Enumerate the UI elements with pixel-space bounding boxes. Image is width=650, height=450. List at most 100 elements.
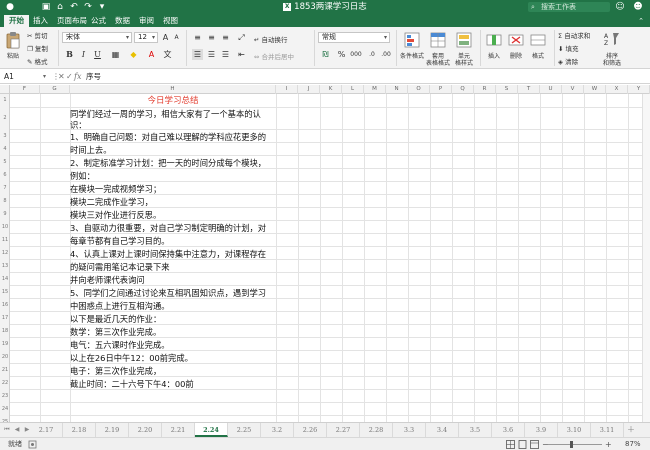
tab-review[interactable]: 审阅	[134, 15, 159, 27]
select-all-corner[interactable]	[0, 85, 10, 94]
formula-input[interactable]: 序号	[86, 71, 101, 83]
row-header[interactable]: 5	[0, 159, 10, 167]
column-header[interactable]: X	[606, 85, 628, 94]
copy-button[interactable]: ❐ 复制	[27, 43, 48, 53]
row-header[interactable]: 2	[0, 115, 10, 123]
text-cell[interactable]: 1、明确自己问题：对自己难以理解的学科应花更多的	[70, 131, 276, 143]
text-cell[interactable]: 2、制定标准学习计划：把一天的时间分成每个模块，	[70, 157, 276, 169]
row-header[interactable]: 13	[0, 263, 10, 271]
row-header[interactable]: 14	[0, 276, 10, 284]
sheet-tab[interactable]: 2.20	[129, 423, 162, 437]
column-header[interactable]: Y	[628, 85, 650, 94]
italic-button[interactable]: I	[78, 49, 89, 60]
clear-button[interactable]: ◈ 清除	[558, 56, 578, 66]
format-cells-icon[interactable]	[530, 32, 546, 48]
macro-record-icon[interactable]	[28, 440, 37, 449]
column-header[interactable]: K	[320, 85, 342, 94]
sheet-heading-cell[interactable]: 今日学习总结	[70, 95, 276, 107]
column-header[interactable]: N	[386, 85, 408, 94]
column-header[interactable]: J	[298, 85, 320, 94]
currency-icon[interactable]: ₪	[320, 49, 331, 60]
row-header[interactable]: 18	[0, 328, 10, 336]
row-header[interactable]: 19	[0, 341, 10, 349]
sheet-tab[interactable]: 3.5	[459, 423, 492, 437]
sheet-tab[interactable]: 2.25	[228, 423, 261, 437]
row-header[interactable]: 23	[0, 393, 10, 401]
text-cell[interactable]: 数学：第三次作业完成。	[70, 326, 276, 338]
indent-icon[interactable]: ⇤	[236, 49, 247, 60]
prev-sheet-icon[interactable]: ◀	[12, 425, 22, 435]
row-header[interactable]: 10	[0, 224, 10, 232]
sheet-tab[interactable]: 3.6	[492, 423, 525, 437]
tab-home[interactable]: 开始	[4, 15, 29, 27]
fill-color-icon[interactable]: ◆	[128, 49, 139, 60]
orientation-icon[interactable]: ⤢	[236, 32, 247, 43]
column-header[interactable]: V	[562, 85, 584, 94]
sheet-tab[interactable]: 3.2	[261, 423, 294, 437]
borders-icon[interactable]: ▦	[110, 49, 121, 60]
tab-insert[interactable]: 插入	[28, 15, 53, 27]
text-cell[interactable]: 以上在26日中午12：00前完成。	[70, 352, 276, 364]
sheet-tab[interactable]: 3.9	[525, 423, 558, 437]
font-size-select[interactable]: 12 ▾	[134, 32, 158, 43]
sheet-tab[interactable]: 2.21	[162, 423, 195, 437]
text-cell[interactable]: 电子：第三次作业完成，	[70, 365, 276, 377]
wrap-text-button[interactable]: ↵ 自动换行	[254, 34, 288, 44]
worksheet-grid[interactable]: F G H I J K L M N O P Q R S T U V W X Y …	[0, 85, 650, 422]
user-icon[interactable]: ☺	[614, 1, 626, 13]
conditional-format-icon[interactable]	[404, 32, 420, 48]
text-cell[interactable]: 中困惑点上进行互相沟通。	[70, 300, 276, 312]
row-header[interactable]: 7	[0, 185, 10, 193]
text-cell[interactable]: 4、认真上课对上课时间保持集中注意力，对课程存在	[70, 248, 276, 260]
text-cell[interactable]: 在模块一完成视频学习；	[70, 183, 276, 195]
tab-view[interactable]: 视图	[158, 15, 183, 27]
decrease-decimal-icon[interactable]: .00	[380, 49, 392, 60]
sheet-tab[interactable]: 2.19	[96, 423, 129, 437]
row-header[interactable]: 24	[0, 406, 10, 414]
underline-button[interactable]: U	[92, 49, 103, 60]
sheet-tab[interactable]: 3.4	[426, 423, 459, 437]
sheet-tab[interactable]: 3.3	[393, 423, 426, 437]
align-bottom-icon[interactable]: ≡	[220, 32, 231, 43]
text-cell[interactable]: 电气：五六课时作业完成。	[70, 339, 276, 351]
font-color-icon[interactable]: A	[146, 49, 157, 60]
zoom-in-button[interactable]: +	[605, 438, 612, 450]
row-header[interactable]: 17	[0, 315, 10, 323]
sheet-tab[interactable]: 2.26	[294, 423, 327, 437]
align-middle-icon[interactable]: ≡	[206, 32, 217, 43]
feedback-icon[interactable]: ☻	[632, 1, 644, 13]
comma-style-icon[interactable]: 000	[348, 49, 364, 60]
tab-data[interactable]: 数据	[110, 15, 135, 27]
text-cell[interactable]: 每章节都有自己学习目的。	[70, 235, 276, 247]
row-header[interactable]: 6	[0, 172, 10, 180]
zoom-slider-handle[interactable]	[569, 441, 573, 448]
zoom-slider[interactable]	[548, 444, 602, 445]
text-cell[interactable]: 并向老师课代表询问	[70, 274, 276, 286]
sort-filter-icon[interactable]: AZ	[604, 31, 620, 47]
page-break-view-icon[interactable]	[530, 440, 539, 449]
row-header[interactable]: 9	[0, 211, 10, 219]
percent-icon[interactable]: %	[336, 49, 347, 60]
column-header[interactable]: R	[474, 85, 496, 94]
align-right-icon[interactable]: ☰	[220, 49, 231, 60]
first-sheet-icon[interactable]: ⏮	[2, 425, 12, 435]
sheet-tab[interactable]: 2.17	[30, 423, 63, 437]
sheet-tab[interactable]: 3.11	[591, 423, 624, 437]
increase-font-icon[interactable]: A	[160, 32, 171, 43]
column-header[interactable]: G	[40, 85, 70, 94]
column-header[interactable]: I	[276, 85, 298, 94]
row-header[interactable]: 21	[0, 367, 10, 375]
increase-decimal-icon[interactable]: .0	[366, 49, 378, 60]
text-cell[interactable]: 例如：	[70, 170, 276, 182]
cell-styles-icon[interactable]	[456, 32, 472, 48]
text-cell[interactable]: 的疑问需用笔记本记录下来	[70, 261, 276, 273]
bold-button[interactable]: B	[64, 49, 75, 60]
sheet-tab[interactable]: 2.27	[327, 423, 360, 437]
insert-function-icon[interactable]: fx	[74, 71, 81, 83]
sheet-tab[interactable]: 2.18	[63, 423, 96, 437]
column-header[interactable]: Q	[452, 85, 474, 94]
align-center-icon[interactable]: ☰	[206, 49, 217, 60]
row-header[interactable]: 16	[0, 302, 10, 310]
sheet-tab[interactable]: 3.10	[558, 423, 591, 437]
text-cell[interactable]: 以下是最近几天的作业：	[70, 313, 276, 325]
